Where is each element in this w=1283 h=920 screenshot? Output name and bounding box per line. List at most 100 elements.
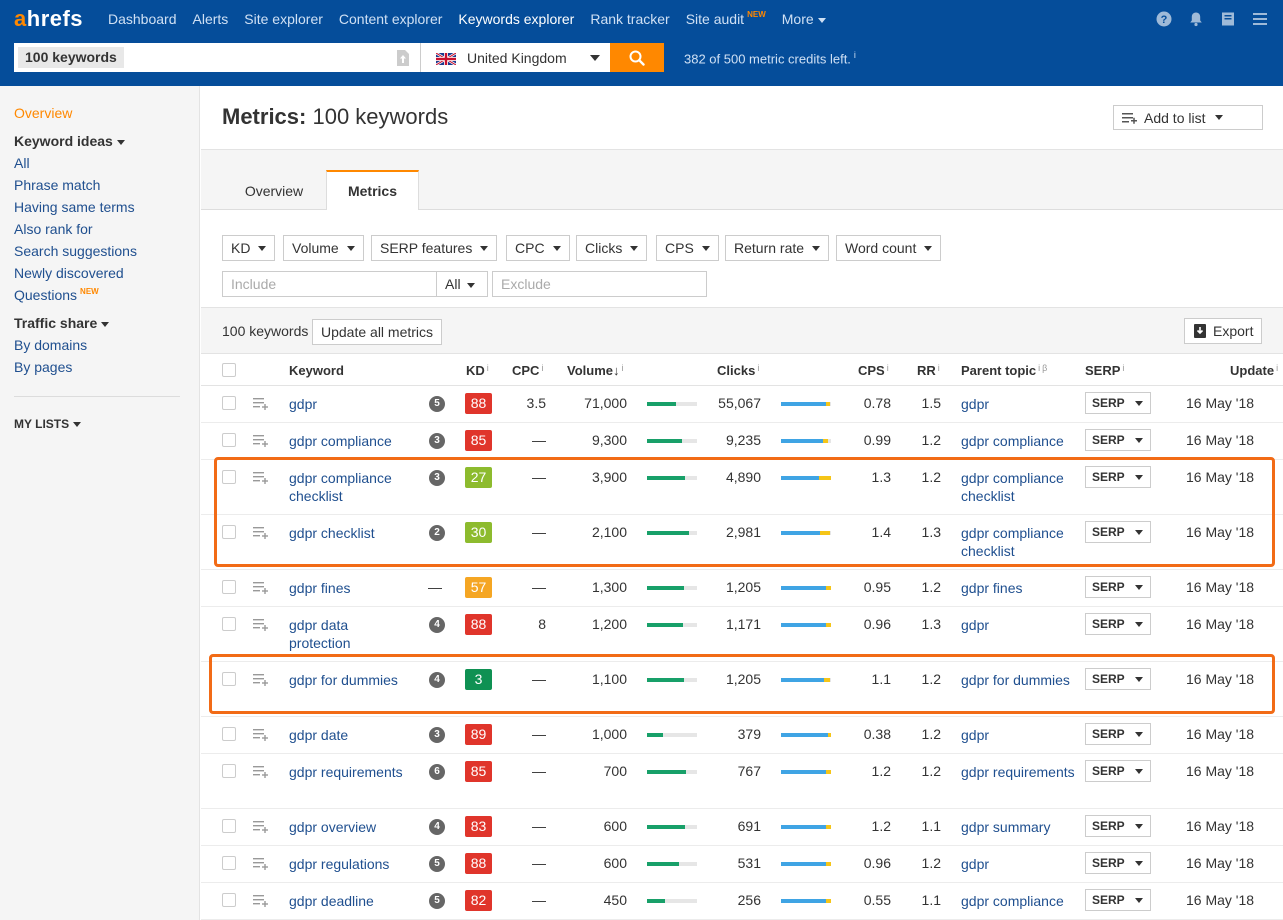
row-checkbox[interactable] [222,672,236,686]
parent-topic-link[interactable]: gdpr compliance [961,432,1076,450]
keyword-link[interactable]: gdpr compliance checklist [289,469,409,505]
info-icon[interactable]: i [938,363,940,373]
keyword-link[interactable]: gdpr fines [289,579,409,597]
export-button[interactable]: Export [1184,318,1262,344]
serp-button[interactable]: SERP [1085,466,1151,488]
serp-button[interactable]: SERP [1085,889,1151,911]
search-button[interactable] [610,43,664,72]
parent-topic-link[interactable]: gdpr for dummies [961,671,1076,689]
row-checkbox[interactable] [222,396,236,410]
user-menu-icon[interactable] [1251,10,1269,28]
add-to-list-icon[interactable] [253,894,269,907]
row-checkbox[interactable] [222,764,236,778]
upload-icon[interactable] [396,49,410,67]
col-update[interactable]: Update i [1230,363,1278,378]
filter-cpc[interactable]: CPC [506,235,570,261]
keyword-link[interactable]: gdpr date [289,726,409,744]
serp-button[interactable]: SERP [1085,668,1151,690]
sidebar-item-by-domains[interactable]: By domains [14,337,87,353]
info-icon[interactable]: i [1122,363,1124,373]
parent-topic-link[interactable]: gdpr requirements [961,763,1076,781]
exclude-input[interactable]: Exclude [492,271,707,297]
row-checkbox[interactable] [222,433,236,447]
nav-dashboard[interactable]: Dashboard [108,11,177,27]
keyword-link[interactable]: gdpr deadline [289,892,409,910]
info-icon[interactable]: i [757,363,759,373]
sidebar-item-having-same-terms[interactable]: Having same terms [14,199,135,215]
my-lists-toggle[interactable]: MY LISTS [14,417,82,431]
nav-more[interactable]: More [782,11,826,27]
include-mode-select[interactable]: All [436,271,488,297]
col-keyword[interactable]: Keyword [289,363,344,378]
add-to-list-icon[interactable] [253,728,269,741]
col-serp[interactable]: SERP i [1085,363,1124,378]
add-to-list-icon[interactable] [253,526,269,539]
filter-volume[interactable]: Volume [283,235,364,261]
add-to-list-icon[interactable] [253,581,269,594]
parent-topic-link[interactable]: gdpr [961,855,1076,873]
col-clicks[interactable]: Clicks i [717,363,759,378]
tab-metrics[interactable]: Metrics [326,170,419,211]
parent-topic-link[interactable]: gdpr [961,395,1076,413]
add-to-list-icon[interactable] [253,618,269,631]
bell-icon[interactable] [1187,10,1205,28]
keyword-link[interactable]: gdpr overview [289,818,409,836]
serp-button[interactable]: SERP [1085,392,1151,414]
keyword-link[interactable]: gdpr compliance [289,432,409,450]
sidebar-heading-traffic-share[interactable]: Traffic share [14,315,110,331]
add-to-list-icon[interactable] [253,434,269,447]
sidebar-item-newly-discovered[interactable]: Newly discovered [14,265,124,281]
serp-button[interactable]: SERP [1085,760,1151,782]
parent-topic-link[interactable]: gdpr compliance checklist [961,524,1076,560]
parent-topic-link[interactable]: gdpr compliance [961,892,1076,910]
serp-button[interactable]: SERP [1085,815,1151,837]
add-to-list-icon[interactable] [253,857,269,870]
parent-topic-link[interactable]: gdpr summary [961,818,1076,836]
add-to-list-icon[interactable] [253,673,269,686]
add-to-list-icon[interactable] [253,471,269,484]
row-checkbox[interactable] [222,580,236,594]
nav-site-audit[interactable]: Site audit NEW [686,10,766,27]
col-cpc[interactable]: CPC i [512,363,543,378]
nav-rank-tracker[interactable]: Rank tracker [590,11,669,27]
parent-topic-link[interactable]: gdpr compliance checklist [961,469,1076,505]
nav-keywords-explorer[interactable]: Keywords explorer [458,11,574,27]
nav-alerts[interactable]: Alerts [193,11,229,27]
sidebar-item-search-suggestions[interactable]: Search suggestions [14,243,137,259]
serp-button[interactable]: SERP [1085,723,1151,745]
serp-button[interactable]: SERP [1085,429,1151,451]
info-icon[interactable]: i [487,363,489,373]
include-input[interactable]: Include [222,271,437,297]
sidebar-item-overview[interactable]: Overview [14,105,72,121]
sidebar-item-phrase-match[interactable]: Phrase match [14,177,100,193]
add-to-list-button[interactable]: Add to list [1113,105,1263,130]
filter-cps[interactable]: CPS [656,235,719,261]
keywords-chip[interactable]: 100 keywords [18,47,124,68]
info-icon[interactable]: i [541,363,543,373]
add-to-list-icon[interactable] [253,765,269,778]
filter-clicks[interactable]: Clicks [576,235,648,261]
keyword-link[interactable]: gdpr [289,395,409,413]
sidebar-item-by-pages[interactable]: By pages [14,359,72,375]
parent-topic-link[interactable]: gdpr [961,616,1076,634]
row-checkbox[interactable] [222,856,236,870]
parent-topic-link[interactable]: gdpr fines [961,579,1076,597]
add-to-list-icon[interactable] [253,397,269,410]
info-icon[interactable]: i [622,363,624,373]
row-checkbox[interactable] [222,617,236,631]
parent-topic-link[interactable]: gdpr [961,726,1076,744]
serp-button[interactable]: SERP [1085,852,1151,874]
ahrefs-logo[interactable]: ahrefs [14,6,83,32]
info-icon[interactable]: i [854,50,856,60]
row-checkbox[interactable] [222,727,236,741]
filter-return-rate[interactable]: Return rate [725,235,830,261]
col-parent-topic[interactable]: Parent topic i β [961,363,1047,378]
tab-overview[interactable]: Overview [221,170,327,211]
col-kd[interactable]: KD i [466,363,489,378]
keyword-link[interactable]: gdpr regulations [289,855,409,873]
info-icon[interactable]: i [1276,363,1278,373]
sidebar-item-questions-wrap[interactable]: Questions NEW [14,287,99,303]
row-checkbox[interactable] [222,893,236,907]
filter-word-count[interactable]: Word count [836,235,942,261]
keyword-link[interactable]: gdpr for dummies [289,671,409,689]
